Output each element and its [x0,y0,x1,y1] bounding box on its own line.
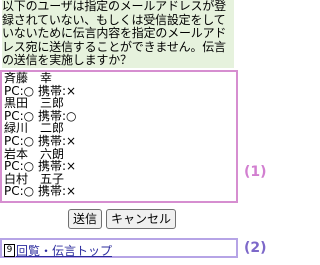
user-entry: 白村 五子 PC:○ 携帯:× [4,173,236,198]
user-name: 黒田 三郎 [4,96,65,111]
user-status: PC:○ 携帯:× [4,184,77,199]
action-buttons: 送信 キャンセル [68,209,177,229]
unregistered-users-section: 斉藤 幸 PC:○ 携帯:× 黒田 三郎 PC:○ 携帯:○ 緑川 二郎 PC:… [0,70,238,203]
user-entry: 斉藤 幸 PC:○ 携帯:× [4,72,236,97]
confirmation-message: 以下のユーザは指定のメールアドレスが登録されていない、もしくは受信設定をしていな… [2,0,234,68]
annotation-label-1: (1) [244,164,267,180]
user-entry: 緑川 二郎 PC:○ 携帯:× [4,122,236,147]
user-name: 斉藤 幸 [4,71,53,85]
cancel-button[interactable]: キャンセル [106,209,177,229]
footer-nav: 9 回覧・伝言トップ [0,238,238,258]
send-button[interactable]: 送信 [68,209,103,229]
number-key-icon: 9 [4,244,15,257]
user-list: 斉藤 幸 PC:○ 携帯:× 黒田 三郎 PC:○ 携帯:○ 緑川 二郎 PC:… [4,72,236,198]
circular-message-top-link[interactable]: 9 回覧・伝言トップ [4,242,112,259]
user-status: PC:○ 携帯:× [4,133,77,148]
annotation-label-2: (2) [244,240,267,256]
user-entry: 岩本 六朗 PC:○ 携帯:× [4,147,236,174]
user-status: PC:○ 携帯:× [4,159,77,174]
footer-link-label: 回覧・伝言トップ [16,244,113,258]
user-entry: 黒田 三郎 PC:○ 携帯:○ [4,97,236,122]
